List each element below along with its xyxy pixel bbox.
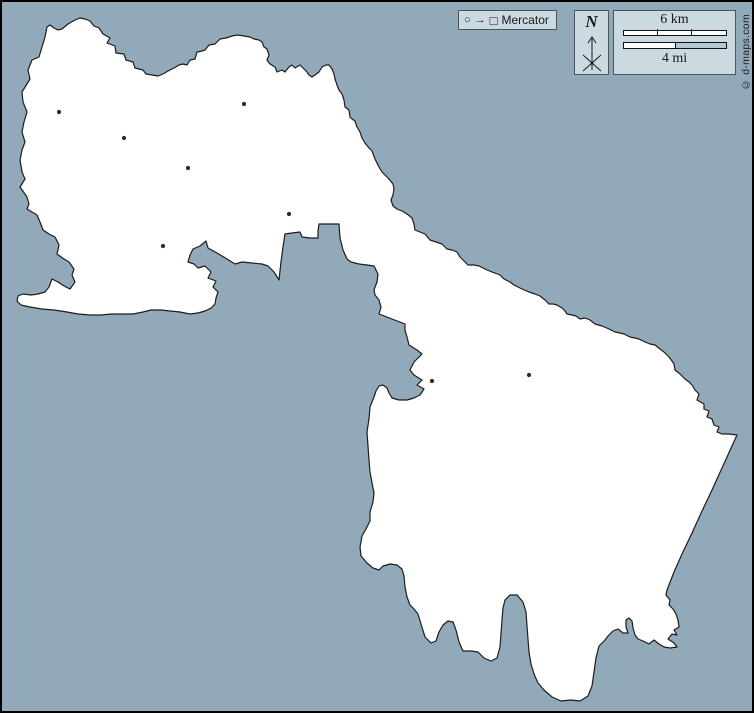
- city-dot: [242, 102, 246, 106]
- compass-rose-icon: [579, 32, 605, 74]
- projection-legend: ○ → □ Mercator: [458, 10, 557, 30]
- square-icon: □: [490, 14, 498, 27]
- copyright-credit: © d-maps.com: [740, 14, 752, 90]
- city-dot: [287, 212, 291, 216]
- scale-bar-mi: [623, 42, 727, 49]
- map-frame: ○ → □ Mercator N 6 km 4 mi © d-maps.com: [0, 0, 754, 713]
- north-label: N: [585, 13, 597, 32]
- map-canvas: [2, 2, 752, 711]
- city-dot: [161, 244, 165, 248]
- scale-mi-label: 4 mi: [662, 51, 687, 67]
- scale-bar-km: [623, 30, 727, 36]
- compass-panel: N: [574, 10, 609, 75]
- arrow-right-icon: →: [475, 15, 486, 26]
- city-dot: [430, 379, 434, 383]
- scale-panel: 6 km 4 mi: [613, 10, 736, 75]
- city-dot: [122, 136, 126, 140]
- region-outline: [17, 18, 737, 701]
- projection-name: Mercator: [502, 13, 549, 27]
- circle-icon: ○: [464, 15, 471, 26]
- city-dot: [186, 166, 190, 170]
- city-dot: [527, 373, 531, 377]
- city-dot: [57, 110, 61, 114]
- scale-km-label: 6 km: [660, 12, 688, 28]
